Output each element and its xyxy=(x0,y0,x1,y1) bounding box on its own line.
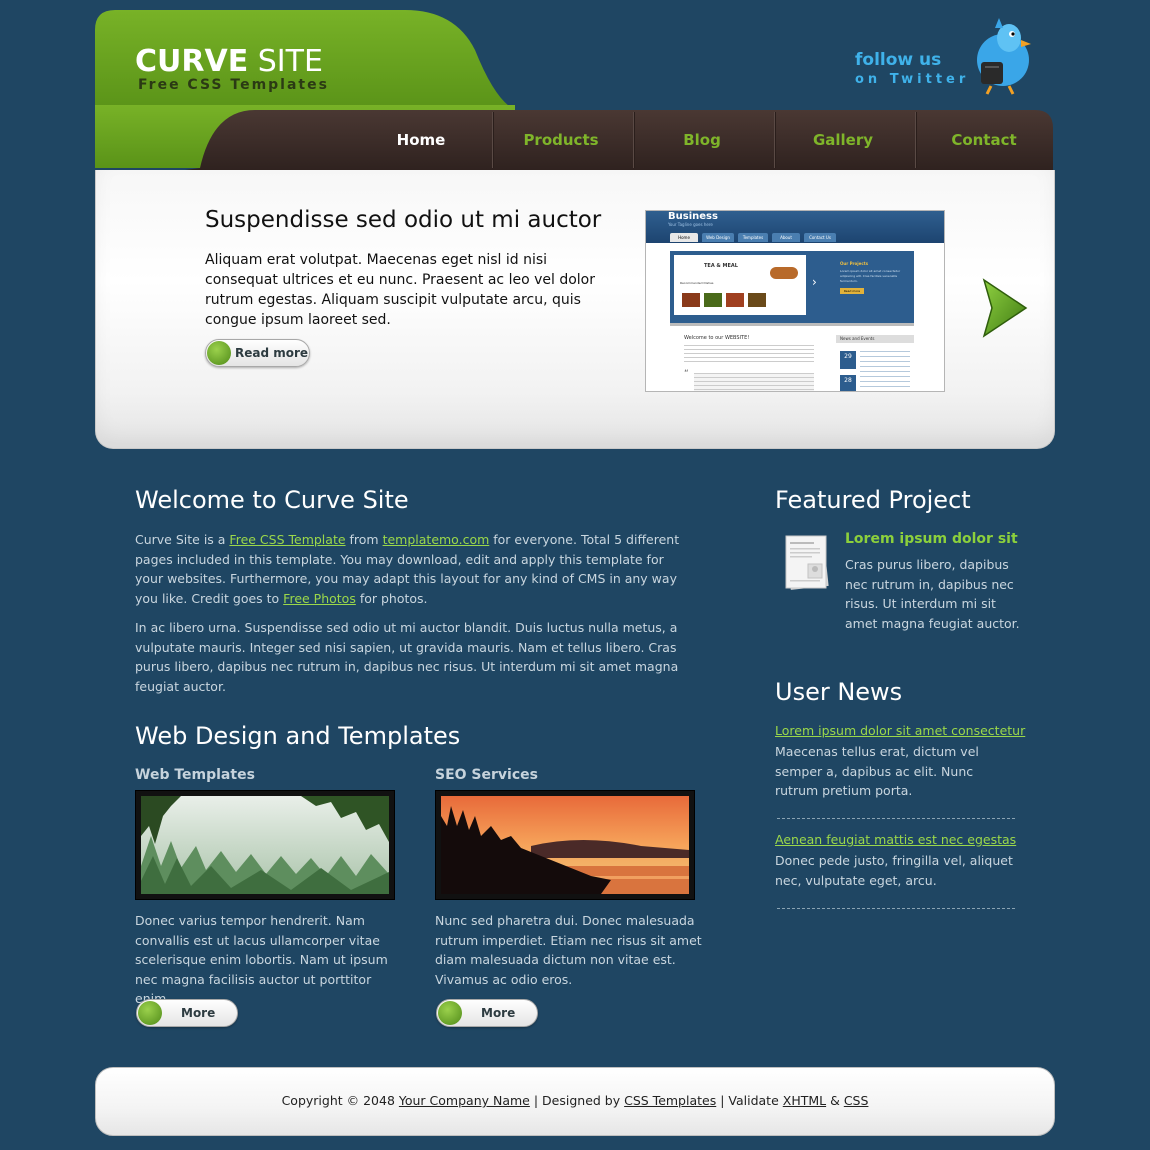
seo-services-more-button[interactable]: More xyxy=(436,999,538,1027)
preview-tab: About xyxy=(772,233,800,242)
nav-home[interactable]: Home xyxy=(351,112,491,168)
preview-tab: Contact Us xyxy=(804,233,836,242)
web-templates-heading: Web Templates xyxy=(135,767,255,783)
preview-banner-image: TEA & MEAL Recommended Dishes xyxy=(674,255,806,315)
preview-arrow-icon: › xyxy=(812,275,817,289)
validate-xhtml-link[interactable]: XHTML xyxy=(783,1093,826,1108)
news-link-1[interactable]: Lorem ipsum dolor sit amet consectetur xyxy=(775,723,1025,738)
free-photos-link[interactable]: Free Photos xyxy=(283,591,356,606)
button-knob-icon xyxy=(207,341,231,365)
twitter-bird-icon[interactable] xyxy=(965,18,1037,98)
news-text-1: Maecenas tellus erat, dictum vel semper … xyxy=(775,744,979,798)
web-design-title: Web Design and Templates xyxy=(135,722,461,750)
welcome-paragraph: Curve Site is a Free CSS Template from t… xyxy=(135,532,680,606)
twitter-on-text[interactable]: on Twitter xyxy=(855,72,969,87)
preview-tab: Web Design xyxy=(702,233,734,242)
preview-tagline: Your Tagline goes here xyxy=(668,222,713,227)
welcome-title: Welcome to Curve Site xyxy=(135,486,409,514)
hero-template-preview[interactable]: Business Your Tagline goes here Home Web… xyxy=(645,210,945,392)
news-link-2[interactable]: Aenean feugiat mattis est nec egestas xyxy=(775,832,1016,847)
seo-services-image[interactable] xyxy=(435,790,695,900)
twitter-follow-text[interactable]: follow us xyxy=(855,50,941,70)
seo-services-text: Nunc sed pharetra dui. Donec malesuada r… xyxy=(435,913,702,987)
nav-gallery[interactable]: Gallery xyxy=(773,112,913,168)
nav-blog[interactable]: Blog xyxy=(632,112,772,168)
button-knob-icon xyxy=(138,1001,162,1025)
news-divider xyxy=(777,818,1015,819)
web-templates-more-button[interactable]: More xyxy=(136,999,238,1027)
preview-header: Business Your Tagline goes here Home Web… xyxy=(646,211,944,243)
news-text-2: Donec pede justo, fringilla vel, aliquet… xyxy=(775,853,1013,888)
preview-projects: Our Projects Lorem ipsum dolor sit amet … xyxy=(840,261,901,294)
hero-title: Suspendisse sed odio ut mi auctor xyxy=(205,207,602,233)
validate-css-link[interactable]: CSS xyxy=(844,1093,869,1108)
preview-welcome: Welcome to our WEBSITE! xyxy=(684,335,750,341)
templatemo-link[interactable]: templatemo.com xyxy=(383,532,490,547)
nav-contact[interactable]: Contact xyxy=(914,112,1054,168)
preview-news-title: News and Events xyxy=(836,335,914,343)
web-templates-text: Donec varius tempor hendrerit. Nam conva… xyxy=(135,913,388,1006)
preview-brand: Business xyxy=(668,211,718,222)
button-knob-icon xyxy=(438,1001,462,1025)
company-name-link[interactable]: Your Company Name xyxy=(399,1093,530,1108)
read-more-button[interactable]: Read more xyxy=(205,339,310,367)
preview-tab: Home xyxy=(670,233,698,242)
welcome-paragraph-2: In ac libero urna. Suspendisse sed odio … xyxy=(135,620,679,694)
seo-services-heading: SEO Services xyxy=(435,767,538,783)
preview-tab: Templates xyxy=(738,233,768,242)
hero-text: Aliquam erat volutpat. Maecenas eget nis… xyxy=(205,252,595,328)
news-divider xyxy=(777,908,1015,909)
next-arrow-icon[interactable] xyxy=(982,278,1028,338)
web-templates-image[interactable] xyxy=(135,790,395,900)
featured-project-heading[interactable]: Lorem ipsum dolor sit xyxy=(845,531,1018,547)
featured-project-text: Cras purus libero, dapibus nec rutrum in… xyxy=(845,557,1020,631)
site-logo-subtitle: Free CSS Templates xyxy=(138,77,329,93)
user-news-title: User News xyxy=(775,678,903,706)
css-templates-link[interactable]: CSS Templates xyxy=(624,1093,716,1108)
featured-project-title: Featured Project xyxy=(775,486,971,514)
free-css-template-link[interactable]: Free CSS Template xyxy=(229,532,345,547)
preview-banner: TEA & MEAL Recommended Dishes › Our Proj… xyxy=(670,251,914,323)
document-icon xyxy=(785,535,829,590)
nav-products[interactable]: Products xyxy=(491,112,631,168)
footer-text: Copyright © 2048 Your Company Name | Des… xyxy=(281,1093,869,1108)
site-logo-title[interactable]: CURVE SITE xyxy=(135,44,323,79)
